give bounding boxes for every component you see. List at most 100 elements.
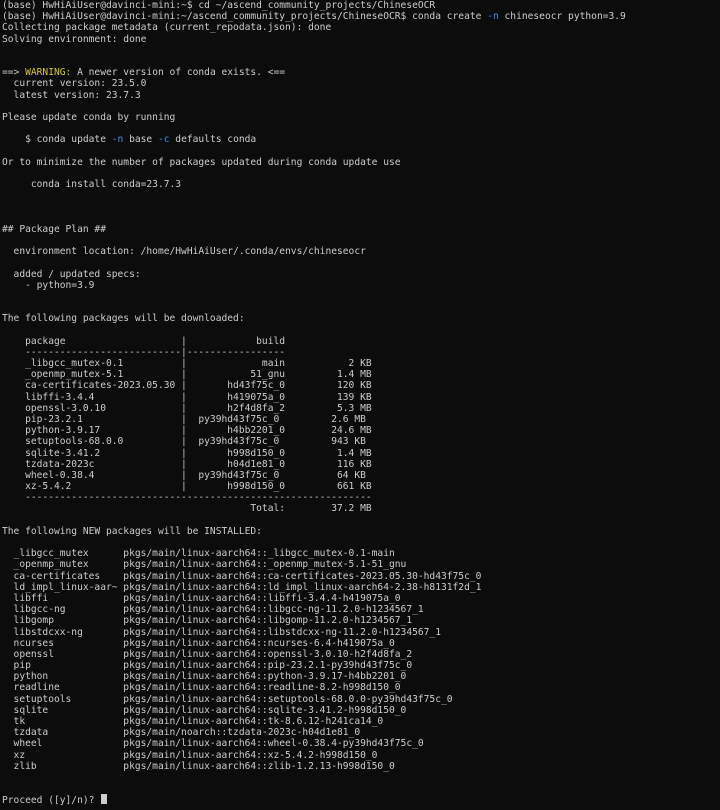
terminal-line: Total: 37.2 MB <box>2 503 720 514</box>
terminal-line: python-3.9.17 | h4bb2201_0 24.6 MB <box>2 425 720 436</box>
text-cursor[interactable] <box>101 794 108 805</box>
line-text: conda install conda=23.7.3 <box>2 179 182 190</box>
line-text: pip pkgs/main/linux-aarch64::pip-23.2.1-… <box>2 660 413 672</box>
line-text: (base) HwHiAiUser@davinci-mini:~$ cd ~/a… <box>2 0 436 11</box>
terminal-line: sqlite-3.41.2 | h998d150_0 1.4 MB <box>2 448 720 459</box>
terminal-line: python pkgs/main/linux-aarch64::python-3… <box>2 671 720 682</box>
prompt-text: Proceed ([y]/n)? <box>2 795 101 807</box>
terminal-line: ca-certificates-2023.05.30 | hd43f75c_0 … <box>2 380 720 391</box>
line-text: readline pkgs/main/linux-aarch64::readli… <box>2 682 401 694</box>
terminal-line: libffi pkgs/main/linux-aarch64::libffi-3… <box>2 593 720 604</box>
line-text: The following NEW packages will be INSTA… <box>2 525 262 537</box>
command-flag: -n <box>487 11 499 23</box>
terminal-line: Or to minimize the number of packages up… <box>2 157 720 168</box>
terminal-line: openssl pkgs/main/linux-aarch64::openssl… <box>2 649 720 660</box>
line-text: tk pkgs/main/linux-aarch64::tk-8.6.12-h2… <box>2 716 384 727</box>
line-text: Collecting package metadata (current_rep… <box>2 22 332 34</box>
line-text: wheel pkgs/main/linux-aarch64::wheel-0.3… <box>2 738 424 750</box>
proceed-prompt[interactable]: Proceed ([y]/n)? <box>2 794 720 807</box>
terminal-line: wheel-0.38.4 | py39hd43f75c_0 64 KB <box>2 470 720 481</box>
terminal-line: pip-23.2.1 | py39hd43f75c_0 2.6 MB <box>2 414 720 425</box>
line-text: ncurses pkgs/main/linux-aarch64::ncurses… <box>2 637 395 649</box>
terminal-line: setuptools pkgs/main/linux-aarch64::setu… <box>2 694 720 705</box>
line-text: package | build <box>2 335 286 347</box>
line-text: ld_impl_linux-aar~ pkgs/main/linux-aarch… <box>2 581 482 593</box>
line-text: xz-5.4.2 | h998d150_0 661 KB <box>2 481 372 493</box>
terminal-line: latest version: 23.7.3 <box>2 90 720 101</box>
terminal-line: conda install conda=23.7.3 <box>2 179 720 190</box>
terminal-line: added / updated specs: <box>2 269 720 280</box>
terminal-line: zlib pkgs/main/linux-aarch64::zlib-1.2.1… <box>2 761 720 772</box>
line-text: libffi-3.4.4 | h419075a_0 139 KB <box>2 391 372 403</box>
warning-label: WARNING: <box>25 67 72 79</box>
command-text: (base) HwHiAiUser@davinci-mini:~/ascend_… <box>2 11 488 23</box>
terminal-line: setuptools-68.0.0 | py39hd43f75c_0 943 K… <box>2 436 720 447</box>
line-text: tzdata-2023c | h04d1e81_0 116 KB <box>2 458 372 470</box>
line-text: Total: 37.2 MB <box>2 503 372 515</box>
line-text: current version: 23.5.0 <box>2 78 147 90</box>
command-flag: -c <box>157 134 170 146</box>
terminal-window[interactable]: (base) HwHiAiUser@davinci-mini:~$ cd ~/a… <box>0 0 720 810</box>
terminal-line: ---------------------------|------------… <box>2 347 720 358</box>
terminal-line: ld_impl_linux-aar~ pkgs/main/linux-aarch… <box>2 582 720 593</box>
line-text: _libgcc_mutex pkgs/main/linux-aarch64::_… <box>2 548 395 560</box>
line-text: libgomp pkgs/main/linux-aarch64::libgomp… <box>2 615 413 627</box>
terminal-line: libffi-3.4.4 | h419075a_0 139 KB <box>2 392 720 403</box>
line-text: pip-23.2.1 | py39hd43f75c_0 2.6 MB <box>2 413 366 425</box>
line-text: setuptools-68.0.0 | py39hd43f75c_0 943 K… <box>2 436 366 448</box>
terminal-line: current version: 23.5.0 <box>2 78 720 89</box>
terminal-line: Collecting package metadata (current_rep… <box>2 22 720 33</box>
update-command-line: $ conda update -n base -c defaults conda <box>2 134 720 145</box>
terminal-line: The following packages will be downloade… <box>2 313 720 324</box>
line-text: ca-certificates-2023.05.30 | hd43f75c_0 … <box>2 380 372 392</box>
line-text: xz pkgs/main/linux-aarch64::xz-5.4.2-h99… <box>2 749 378 761</box>
line-text: latest version: 23.7.3 <box>2 89 141 101</box>
command-text: $ conda update <box>2 134 112 146</box>
terminal-line: sqlite pkgs/main/linux-aarch64::sqlite-3… <box>2 705 720 716</box>
terminal-line: wheel pkgs/main/linux-aarch64::wheel-0.3… <box>2 738 720 749</box>
terminal-line: Solving environment: done <box>2 34 720 45</box>
line-text: ca-certificates pkgs/main/linux-aarch64:… <box>2 570 482 582</box>
line-text: libffi pkgs/main/linux-aarch64::libffi-3… <box>2 592 401 604</box>
line-text: Please update conda by running <box>2 111 176 123</box>
warning-message: A newer version of conda exists. <== <box>71 67 286 79</box>
line-text: openssl-3.0.10 | h2f4d8fa_2 5.3 MB <box>2 402 372 414</box>
command-text: defaults conda <box>169 134 257 146</box>
terminal-line: tzdata-2023c | h04d1e81_0 116 KB <box>2 459 720 470</box>
terminal-line: xz-5.4.2 | h998d150_0 661 KB <box>2 481 720 492</box>
line-text: openssl pkgs/main/linux-aarch64::openssl… <box>2 648 413 660</box>
terminal-line: environment location: /home/HwHiAiUser/.… <box>2 246 720 257</box>
line-text: ## Package Plan ## <box>2 223 106 235</box>
terminal-line: package | build <box>2 336 720 347</box>
terminal-line: Please update conda by running <box>2 112 720 123</box>
line-text: ---------------------------|------------… <box>2 346 286 358</box>
terminal-line: The following NEW packages will be INSTA… <box>2 526 720 537</box>
command-line: (base) HwHiAiUser@davinci-mini:~/ascend_… <box>2 11 720 22</box>
terminal-line: ## Package Plan ## <box>2 224 720 235</box>
terminal-line: (base) HwHiAiUser@davinci-mini:~$ cd ~/a… <box>2 0 720 11</box>
terminal-line: pip pkgs/main/linux-aarch64::pip-23.2.1-… <box>2 660 720 671</box>
line-text: The following packages will be downloade… <box>2 313 245 325</box>
line-text: _libgcc_mutex-0.1 | main 2 KB <box>2 358 372 369</box>
terminal-line: - python=3.9 <box>2 280 720 291</box>
line-text: libgcc-ng pkgs/main/linux-aarch64::libgc… <box>2 604 424 616</box>
line-text: zlib pkgs/main/linux-aarch64::zlib-1.2.1… <box>2 760 395 772</box>
terminal-line: readline pkgs/main/linux-aarch64::readli… <box>2 682 720 693</box>
line-text: - python=3.9 <box>2 279 95 291</box>
line-text: libstdcxx-ng pkgs/main/linux-aarch64::li… <box>2 626 441 638</box>
terminal-line: _libgcc_mutex pkgs/main/linux-aarch64::_… <box>2 548 720 559</box>
